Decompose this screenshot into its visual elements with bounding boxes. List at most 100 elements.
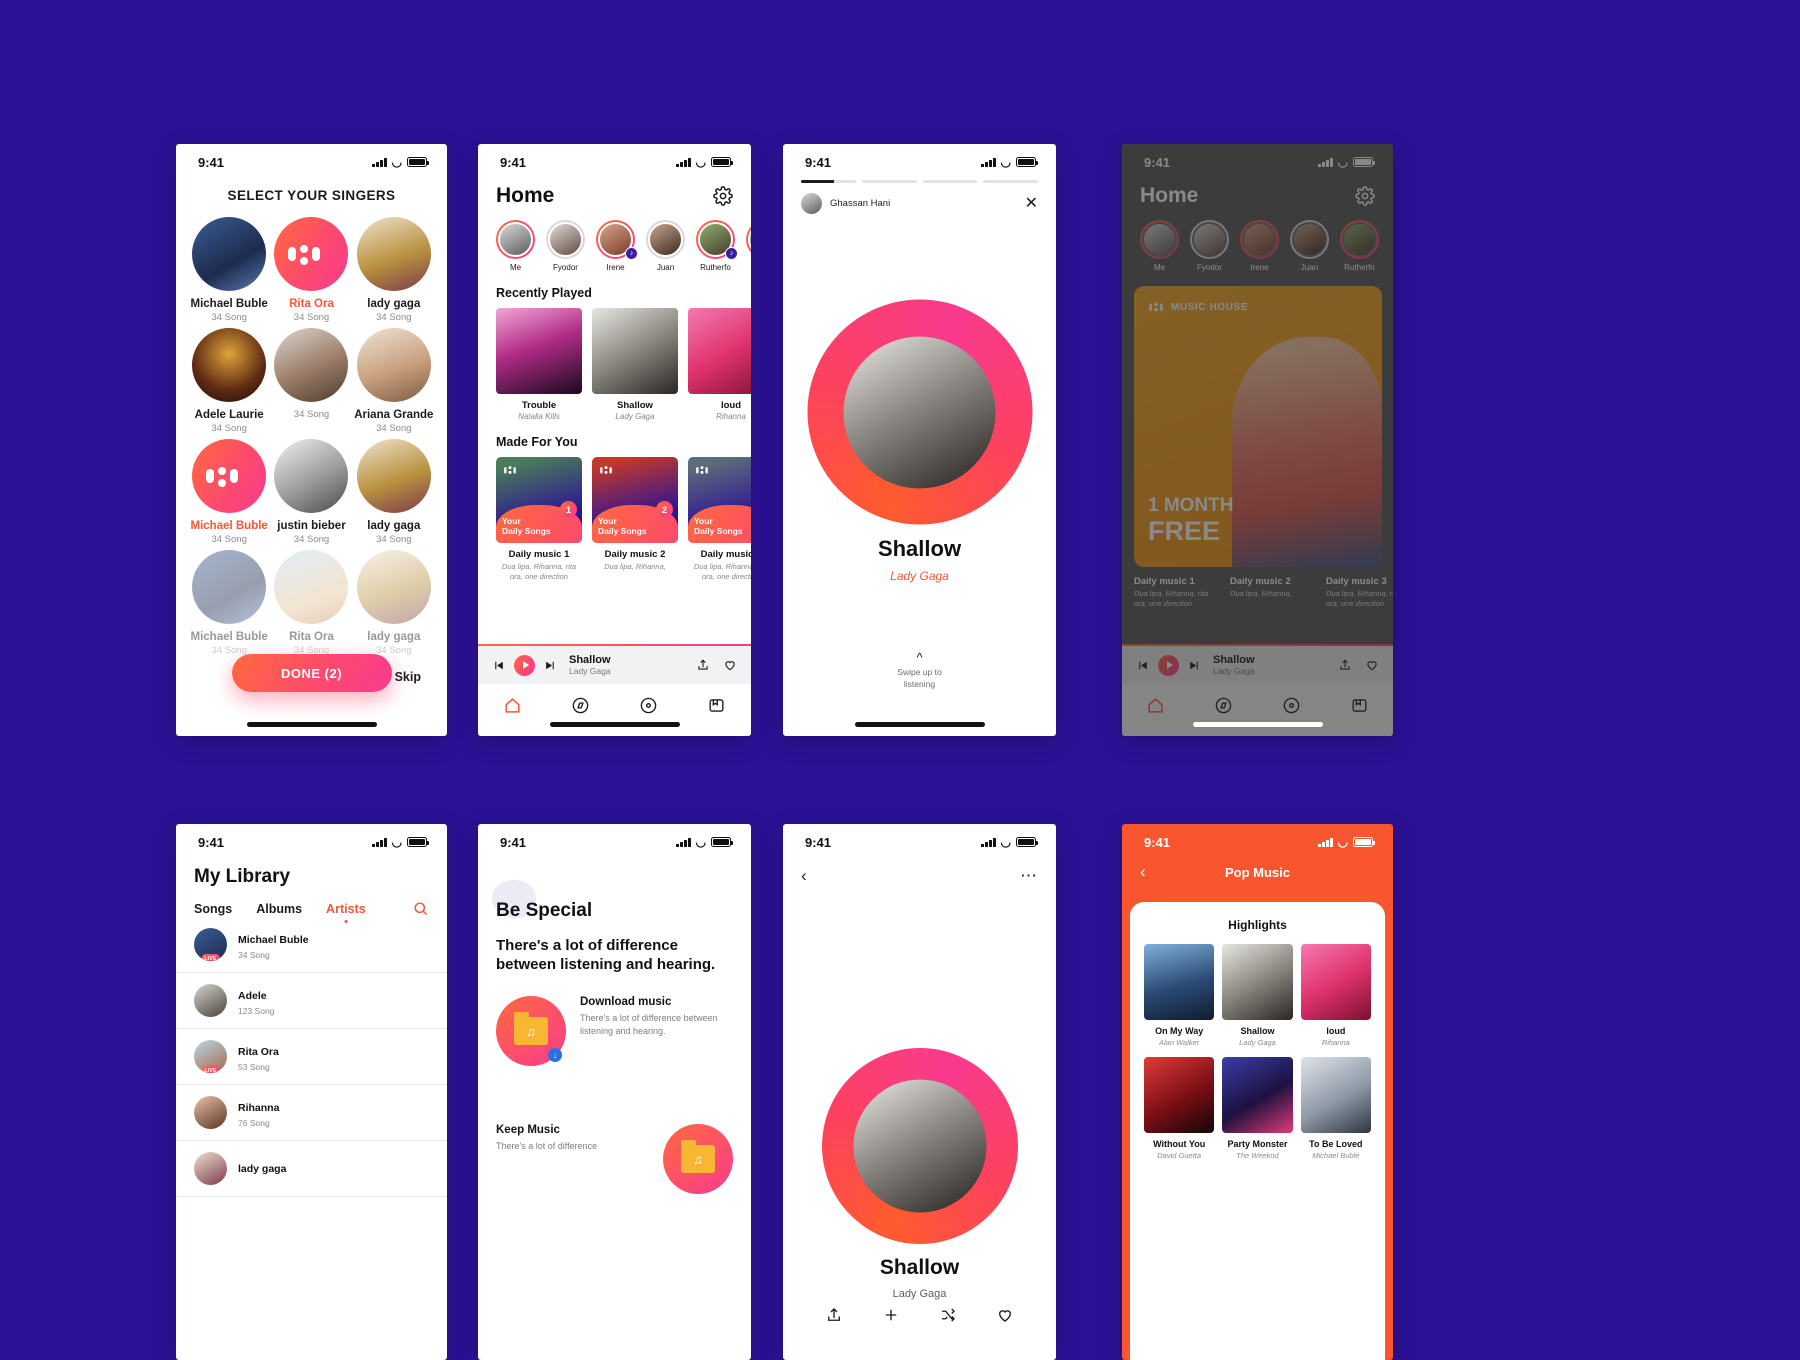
- tab-disc-icon[interactable]: [1282, 696, 1301, 715]
- next-icon[interactable]: [544, 659, 557, 672]
- story-item[interactable]: [746, 220, 751, 272]
- share-icon[interactable]: [696, 658, 710, 672]
- heart-icon[interactable]: [996, 1306, 1014, 1324]
- song-title: Without You: [1153, 1139, 1206, 1149]
- story-item[interactable]: Me: [496, 220, 535, 272]
- singer-card[interactable]: Rita Ora 34 Song: [270, 217, 352, 323]
- artist-row[interactable]: Rihanna 76 Song: [176, 1085, 447, 1141]
- artist-row[interactable]: Adele 123 Song: [176, 973, 447, 1029]
- playlist-label: Your Daily Songs: [502, 515, 551, 537]
- song-card[interactable]: On My Way Alan Walker: [1144, 944, 1215, 1047]
- singer-card[interactable]: Michael Buble 34 Song: [188, 439, 270, 545]
- story-ring: [646, 220, 685, 259]
- album-title: Trouble: [521, 400, 557, 411]
- back-icon[interactable]: ‹: [801, 866, 807, 886]
- singer-card[interactable]: Adele Laurie 34 Song: [188, 328, 270, 434]
- add-icon[interactable]: [882, 1306, 900, 1324]
- playlist-card[interactable]: Daily music 2 Dua lipa, Rihanna,: [1230, 576, 1316, 609]
- singer-card[interactable]: Michael Buble 34 Song: [188, 217, 270, 323]
- tab-disc-icon[interactable]: [639, 696, 658, 715]
- story-item[interactable]: Me: [1140, 220, 1179, 272]
- done-button[interactable]: DONE (2): [231, 654, 392, 692]
- album-card[interactable]: Trouble Natalia Kills: [496, 308, 582, 421]
- story-item[interactable]: Irene: [1240, 220, 1279, 272]
- album-card[interactable]: Shallow Lady Gaga: [592, 308, 678, 421]
- singer-card[interactable]: lady gaga 34 Song: [353, 550, 435, 656]
- album-card[interactable]: loud Rihanna: [688, 308, 751, 421]
- artist-row[interactable]: LIVE Rita Ora 53 Song: [176, 1029, 447, 1085]
- artist-row[interactable]: lady gaga: [176, 1141, 447, 1197]
- story-item[interactable]: Juan: [1290, 220, 1329, 272]
- play-button[interactable]: [514, 654, 535, 676]
- signal-icon: [676, 157, 691, 167]
- skip-button[interactable]: Skip: [395, 670, 421, 684]
- playlist-subtitle: Dua lipa, Rihanna,: [604, 562, 666, 571]
- story-item[interactable]: ♪ Rutherfo: [696, 220, 738, 272]
- tab-home-icon[interactable]: [503, 696, 522, 715]
- singer-card[interactable]: Michael Buble 34 Song: [188, 550, 270, 656]
- story-item[interactable]: ♪ Irene: [596, 220, 638, 272]
- next-icon[interactable]: [1188, 659, 1201, 672]
- playlist-card[interactable]: 1 Your Daily Songs Daily music 1 Dua lipa…: [496, 457, 582, 582]
- tab-explore-icon[interactable]: [1214, 696, 1233, 715]
- gear-icon[interactable]: [1355, 186, 1375, 206]
- tab-songs[interactable]: Songs: [194, 902, 232, 916]
- song-card[interactable]: Party Monster The Weeknd: [1222, 1057, 1293, 1160]
- avatar: [192, 328, 267, 402]
- share-icon[interactable]: [825, 1306, 843, 1324]
- more-options-icon[interactable]: ⋯: [1020, 866, 1038, 886]
- song-card[interactable]: Shallow Lady Gaga: [1222, 944, 1293, 1047]
- tab-library-icon[interactable]: [1350, 696, 1369, 715]
- search-icon[interactable]: [412, 900, 429, 917]
- playlist-card[interactable]: Daily music 3 Dua lipa, Rihanna, rita or…: [1326, 576, 1393, 609]
- singer-name: Ariana Grande: [354, 409, 434, 421]
- story-item[interactable]: Rutherfo: [1340, 220, 1379, 272]
- album-artist: Natalia Kills: [518, 412, 560, 421]
- tab-library-icon[interactable]: [707, 696, 726, 715]
- story-item[interactable]: Juan: [646, 220, 685, 272]
- heart-icon[interactable]: [1365, 658, 1379, 672]
- playlist-card[interactable]: Daily music 1 Dua lipa, Rihanna, rita or…: [1134, 576, 1220, 609]
- singer-card[interactable]: Rita Ora 34 Song: [270, 550, 352, 656]
- feature-illustration: ♫: [663, 1124, 733, 1195]
- artist-row[interactable]: LIVE Michael Buble 34 Song: [176, 917, 447, 973]
- shuffle-icon[interactable]: [939, 1306, 957, 1324]
- song-card[interactable]: To Be Loved Michael Bublé: [1300, 1057, 1371, 1160]
- battery-icon: [1016, 157, 1038, 167]
- close-icon[interactable]: ✕: [1025, 193, 1038, 213]
- share-icon[interactable]: [1338, 658, 1352, 672]
- previous-icon[interactable]: [1136, 659, 1149, 672]
- feature-item: ♫ ↓ Download music There's a lot of diff…: [478, 974, 751, 1067]
- playlist-card[interactable]: 2 Your Daily Songs Daily music 2 Dua lipa…: [592, 457, 678, 582]
- artist-count: 76 Song: [238, 1117, 270, 1128]
- story-item[interactable]: Fyodor: [546, 220, 585, 272]
- status-bar: 9:41 ◡: [176, 144, 447, 174]
- screen-home: 9:41 ◡ Home Me Fyodor ♪ Irene Juan ♪ Rut…: [478, 144, 751, 736]
- tab-home-icon[interactable]: [1146, 696, 1165, 715]
- tab-explore-icon[interactable]: [571, 696, 590, 715]
- feature-title: Download music: [580, 996, 672, 1009]
- singer-count: 34 Song: [376, 312, 412, 323]
- singer-name: justin bieber: [277, 520, 346, 532]
- singer-card[interactable]: lady gaga 34 Song: [353, 217, 435, 323]
- previous-icon[interactable]: [492, 659, 505, 672]
- singer-card[interactable]: Ariana Grande 34 Song: [353, 328, 435, 434]
- heart-icon[interactable]: [723, 658, 737, 672]
- swipe-up-hint[interactable]: ^ Swipe up to listening: [783, 650, 1056, 690]
- wifi-icon: ◡: [1000, 155, 1011, 169]
- gear-icon[interactable]: [713, 186, 733, 206]
- tab-albums[interactable]: Albums: [256, 902, 302, 916]
- song-card[interactable]: loud Rihanna: [1300, 944, 1371, 1047]
- play-button[interactable]: [1158, 654, 1179, 676]
- song-title: To Be Loved: [1309, 1139, 1363, 1149]
- singer-card[interactable]: lady gaga 34 Song: [353, 439, 435, 545]
- song-card[interactable]: Without You David Guetta: [1144, 1057, 1215, 1160]
- story-item[interactable]: Fyodor: [1190, 220, 1229, 272]
- avatar: [192, 217, 267, 291]
- singer-card[interactable]: justin bieber 34 Song: [270, 439, 352, 545]
- page-title: My Library: [194, 866, 291, 887]
- promo-banner[interactable]: MUSIC HOUSE 1 MONTH FREE: [1134, 286, 1382, 567]
- playlist-card[interactable]: 3 YourDaily Songs Daily music 3 Dua lipa…: [688, 457, 751, 582]
- tab-artists[interactable]: Artists: [326, 902, 366, 916]
- singer-card[interactable]: 34 Song: [270, 328, 352, 434]
